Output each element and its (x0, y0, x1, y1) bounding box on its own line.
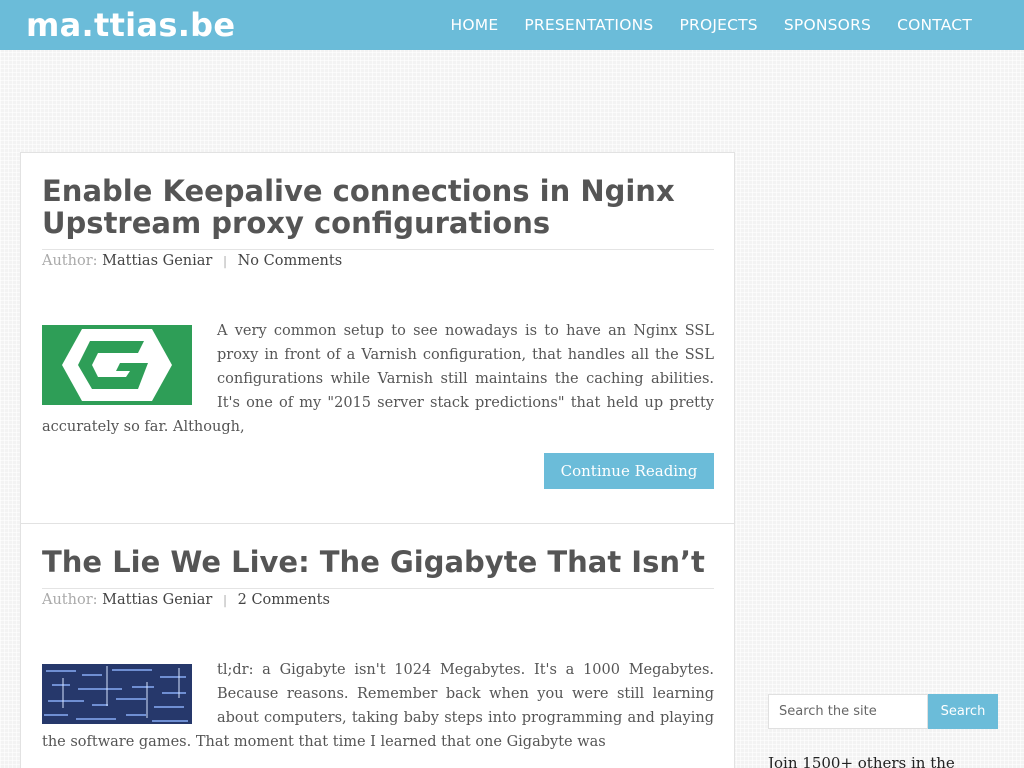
post-meta: Author: Mattias Geniar | No Comments (42, 253, 714, 269)
meta-divider (42, 249, 714, 250)
post-divider (21, 523, 734, 524)
continue-reading-button[interactable]: Continue Reading (544, 453, 714, 489)
post-excerpt: tl;dr: a Gigabyte isn't 1024 Megabytes. … (42, 658, 714, 754)
continue-row: Continue Reading (42, 439, 714, 499)
author-link[interactable]: Mattias Geniar (102, 592, 212, 608)
binary-matrix-svg (42, 664, 192, 724)
nav-item-presentations[interactable]: PRESENTATIONS (524, 16, 653, 34)
post-article: The Lie We Live: The Gigabyte That Isn’t… (42, 546, 714, 754)
comments-link[interactable]: 2 Comments (238, 592, 330, 608)
main-content: Enable Keepalive connections in Nginx Up… (20, 152, 735, 768)
search-input[interactable] (768, 694, 928, 729)
post-excerpt: A very common setup to see nowadays is t… (42, 319, 714, 439)
author-link[interactable]: Mattias Geniar (102, 253, 212, 269)
post-article: Enable Keepalive connections in Nginx Up… (42, 175, 714, 499)
nginx-logo-svg (62, 329, 172, 401)
meta-divider (42, 588, 714, 589)
nginx-logo-icon[interactable] (42, 325, 192, 405)
main-nav: HOME PRESENTATIONS PROJECTS SPONSORS CON… (451, 16, 972, 34)
site-logo[interactable]: ma.ttias.be (26, 6, 235, 44)
post-meta: Author: Mattias Geniar | 2 Comments (42, 592, 714, 608)
binary-matrix-image[interactable] (42, 664, 192, 724)
meta-separator: | (222, 593, 227, 607)
nav-item-contact[interactable]: CONTACT (897, 16, 972, 34)
post-title[interactable]: Enable Keepalive connections in Nginx Up… (42, 175, 714, 239)
search-form: Search (768, 694, 998, 729)
meta-separator: | (222, 254, 227, 268)
comments-link[interactable]: No Comments (238, 253, 343, 269)
newsletter-text: Join 1500+ others in the (768, 754, 955, 768)
author-label: Author: (42, 253, 98, 269)
author-label: Author: (42, 592, 98, 608)
site-header: ma.ttias.be HOME PRESENTATIONS PROJECTS … (0, 0, 1024, 50)
nav-item-sponsors[interactable]: SPONSORS (784, 16, 871, 34)
nav-item-home[interactable]: HOME (451, 16, 499, 34)
nav-item-projects[interactable]: PROJECTS (679, 16, 757, 34)
post-title[interactable]: The Lie We Live: The Gigabyte That Isn’t (42, 546, 714, 578)
search-button[interactable]: Search (928, 694, 998, 729)
